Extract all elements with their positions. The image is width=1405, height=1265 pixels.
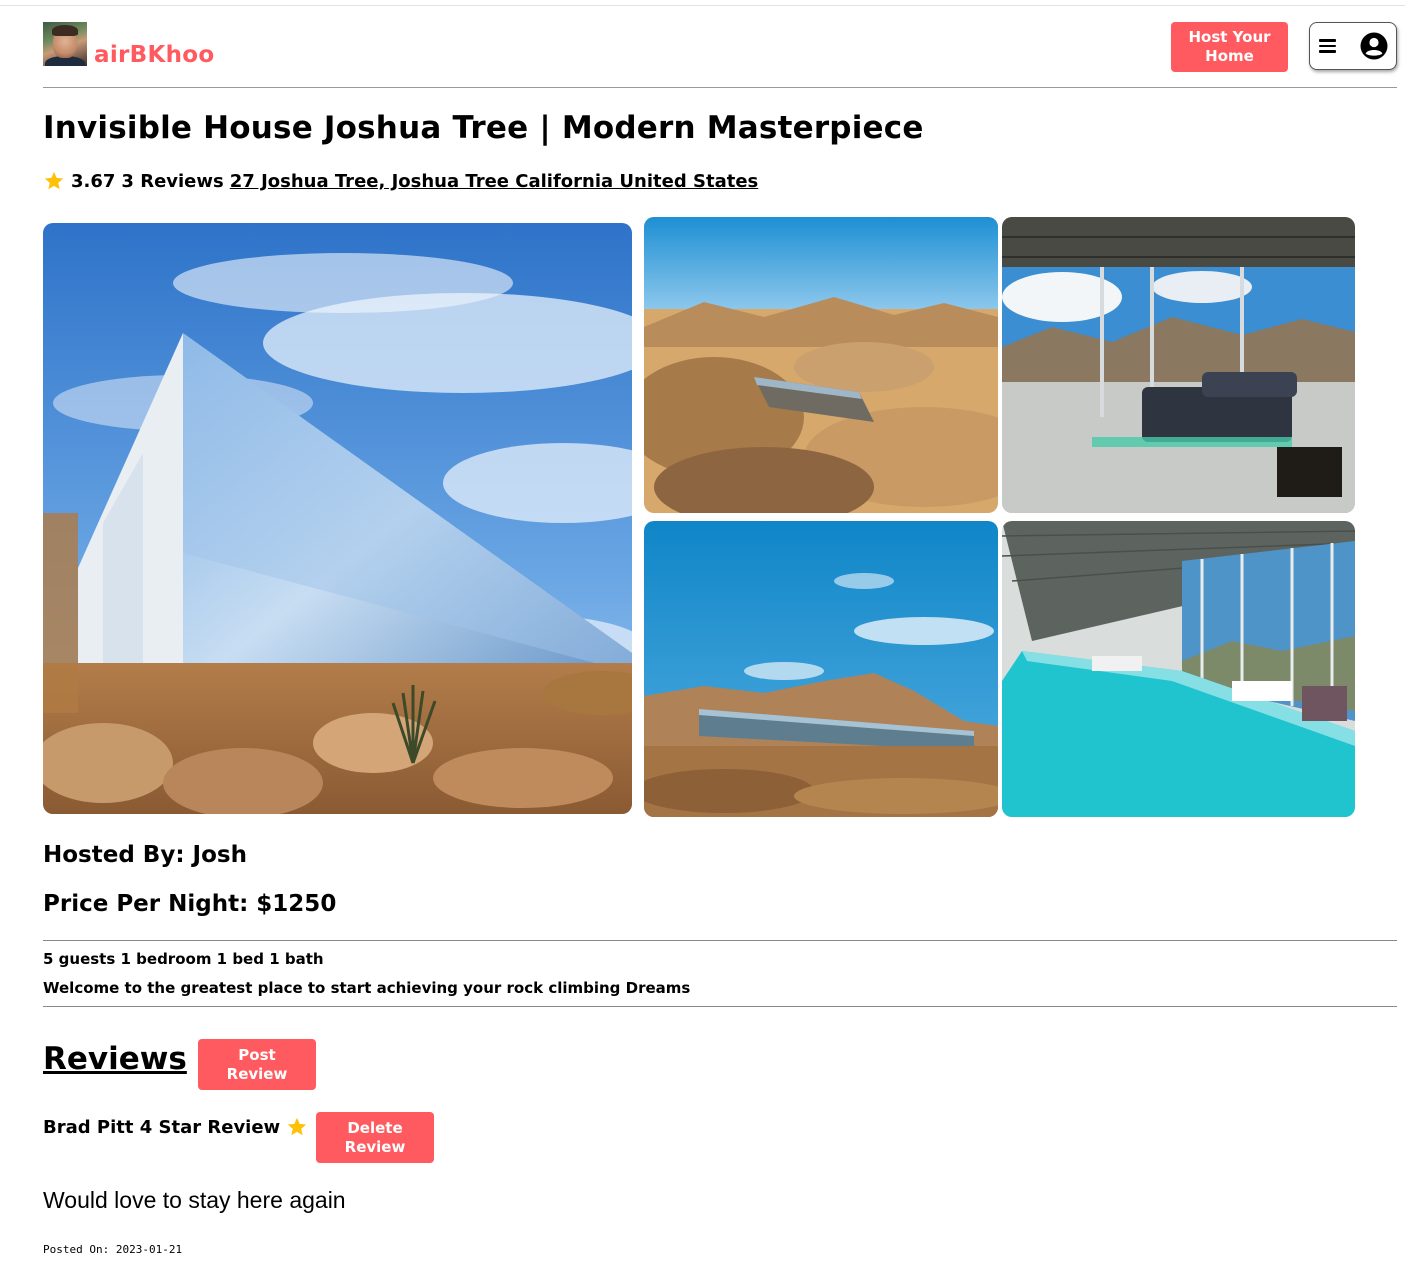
- rating-value: 3.67: [71, 170, 116, 192]
- address-link[interactable]: 27 Joshua Tree, Joshua Tree California U…: [230, 171, 759, 192]
- review-posted-on: Posted On: 2023-01-21: [43, 1243, 183, 1256]
- star-icon: [44, 171, 64, 190]
- listing-meta: 3.67 3 Reviews 27 Joshua Tree, Joshua Tr…: [43, 170, 758, 192]
- listing-title: Invisible House Joshua Tree | Modern Mas…: [43, 110, 924, 146]
- amenities-summary: 5 guests 1 bedroom 1 bed 1 bath: [43, 950, 324, 968]
- logo-avatar[interactable]: [43, 22, 87, 66]
- listing-photo-4[interactable]: [644, 521, 998, 817]
- profile-menu-button[interactable]: [1309, 22, 1397, 70]
- details-divider-top: [43, 940, 1397, 941]
- details-divider-bottom: [43, 1006, 1397, 1007]
- hosted-by: Hosted By: Josh: [43, 842, 247, 868]
- reviews-heading: Reviews: [43, 1041, 187, 1077]
- host-your-home-button[interactable]: Host Your Home: [1171, 22, 1288, 72]
- listing-photo-main[interactable]: [43, 223, 632, 814]
- post-review-button[interactable]: Post Review: [198, 1039, 316, 1090]
- review-body: Would love to stay here again: [43, 1187, 346, 1213]
- delete-review-button[interactable]: Delete Review: [316, 1112, 434, 1163]
- hamburger-icon: [1319, 39, 1336, 53]
- listing-description: Welcome to the greatest place to start a…: [43, 979, 691, 997]
- header-divider: [43, 87, 1397, 88]
- user-circle-icon: [1360, 32, 1388, 60]
- listing-photo-5[interactable]: [1002, 521, 1355, 817]
- listing-photo-3[interactable]: [1002, 217, 1355, 513]
- review-title-text: Brad Pitt 4 Star Review: [43, 1116, 281, 1138]
- review-title: Brad Pitt 4 Star Review: [43, 1116, 308, 1138]
- listing-photo-2[interactable]: [644, 217, 998, 513]
- top-divider: [0, 5, 1405, 6]
- site-header: airBKhoo Host Your Home: [43, 22, 1397, 88]
- reviews-count: 3 Reviews: [121, 170, 224, 192]
- brand-name[interactable]: airBKhoo: [94, 42, 214, 68]
- price-per-night: Price Per Night: $1250: [43, 891, 337, 917]
- star-icon: [288, 1117, 307, 1136]
